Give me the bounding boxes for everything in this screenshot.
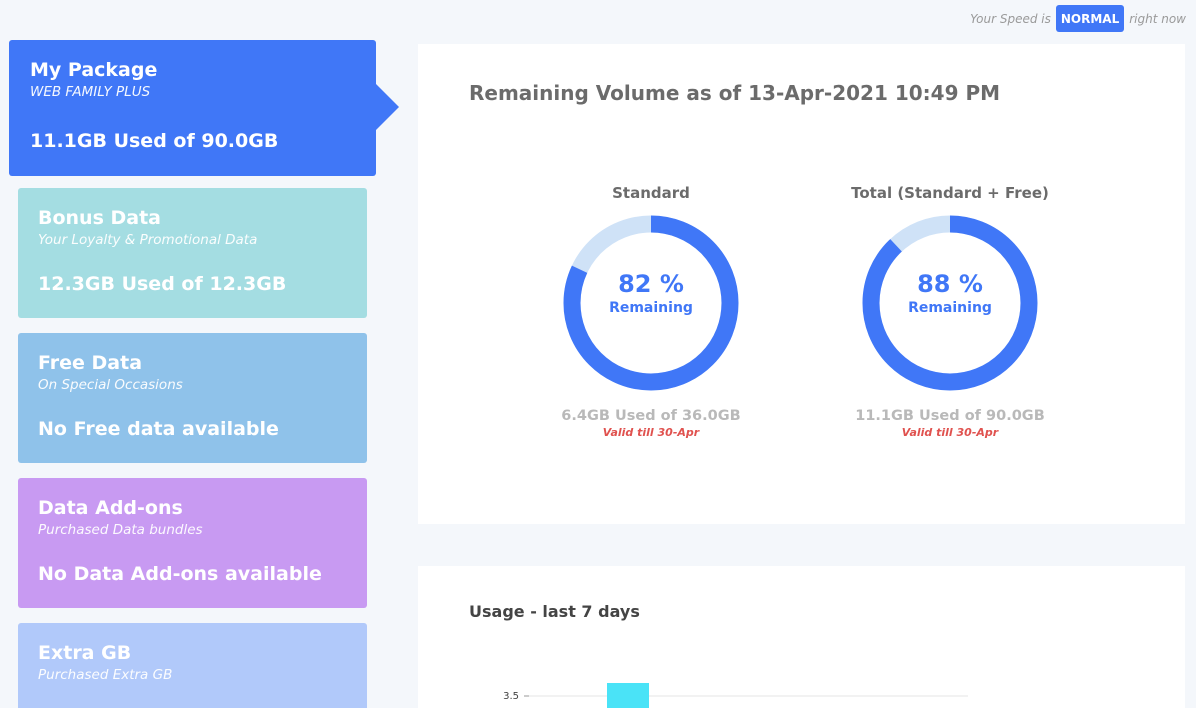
donut-total: Total (Standard + Free) 88 % Remaining 1…	[830, 184, 1070, 439]
donut-valid: Valid till 30-Apr	[901, 426, 999, 439]
card-subtitle: Your Loyalty & Promotional Data	[38, 232, 258, 248]
donut-used: 6.4GB Used of 36.0GB	[561, 408, 741, 424]
speed-prefix: Your Speed is	[970, 11, 1051, 26]
card-usage: 12.3GB Used of 12.3GB	[38, 273, 287, 295]
usage-panel: Usage - last 7 days 3.5	[418, 566, 1185, 708]
card-data-addons[interactable]: Data Add-ons Purchased Data bundles No D…	[18, 478, 367, 608]
donut-remaining-label: Remaining	[609, 300, 693, 316]
card-my-package[interactable]: My Package WEB FAMILY PLUS 11.1GB Used o…	[9, 40, 376, 176]
donut-remaining-label: Remaining	[908, 300, 992, 316]
card-free-data[interactable]: Free Data On Special Occasions No Free d…	[18, 333, 367, 463]
donut-used: 11.1GB Used of 90.0GB	[855, 408, 1045, 424]
donut-label: Total (Standard + Free)	[851, 184, 1049, 202]
card-subtitle: WEB FAMILY PLUS	[30, 84, 151, 100]
donut-valid: Valid till 30-Apr	[602, 426, 700, 439]
usage-bar	[607, 683, 649, 708]
card-title: Free Data	[38, 352, 143, 374]
speed-indicator: Your Speed is NORMAL right now	[970, 4, 1186, 33]
card-subtitle: Purchased Data bundles	[38, 522, 203, 538]
panel-title: Usage - last 7 days	[469, 602, 640, 621]
card-extra-gb[interactable]: Extra GB Purchased Extra GB	[18, 623, 367, 708]
card-subtitle: Purchased Extra GB	[38, 667, 173, 683]
donut-chart: 82 % Remaining	[562, 214, 740, 392]
donut-percent: 88 %	[917, 270, 983, 298]
card-usage: No Free data available	[38, 418, 279, 440]
donut-standard: Standard 82 % Remaining 6.4GB Used of 36…	[531, 184, 771, 439]
card-title: My Package	[30, 59, 158, 81]
card-subtitle: On Special Occasions	[38, 377, 183, 393]
usage-chart: 3.5	[503, 683, 968, 708]
card-title: Bonus Data	[38, 207, 162, 229]
card-bonus-data[interactable]: Bonus Data Your Loyalty & Promotional Da…	[18, 188, 367, 318]
card-title: Extra GB	[38, 642, 132, 664]
remaining-volume-panel: Remaining Volume as of 13-Apr-2021 10:49…	[418, 44, 1185, 524]
panel-title: Remaining Volume as of 13-Apr-2021 10:49…	[469, 81, 1001, 105]
donut-percent: 82 %	[618, 270, 684, 298]
speed-suffix: right now	[1129, 11, 1186, 26]
donut-label: Standard	[612, 184, 690, 202]
card-usage: 11.1GB Used of 90.0GB	[30, 130, 279, 152]
card-usage: No Data Add-ons available	[38, 563, 322, 585]
y-tick-label: 3.5	[503, 691, 519, 702]
card-title: Data Add-ons	[38, 497, 183, 519]
selected-pointer	[376, 84, 399, 130]
donut-chart: 88 % Remaining	[861, 214, 1039, 392]
speed-badge: NORMAL	[1055, 5, 1125, 32]
